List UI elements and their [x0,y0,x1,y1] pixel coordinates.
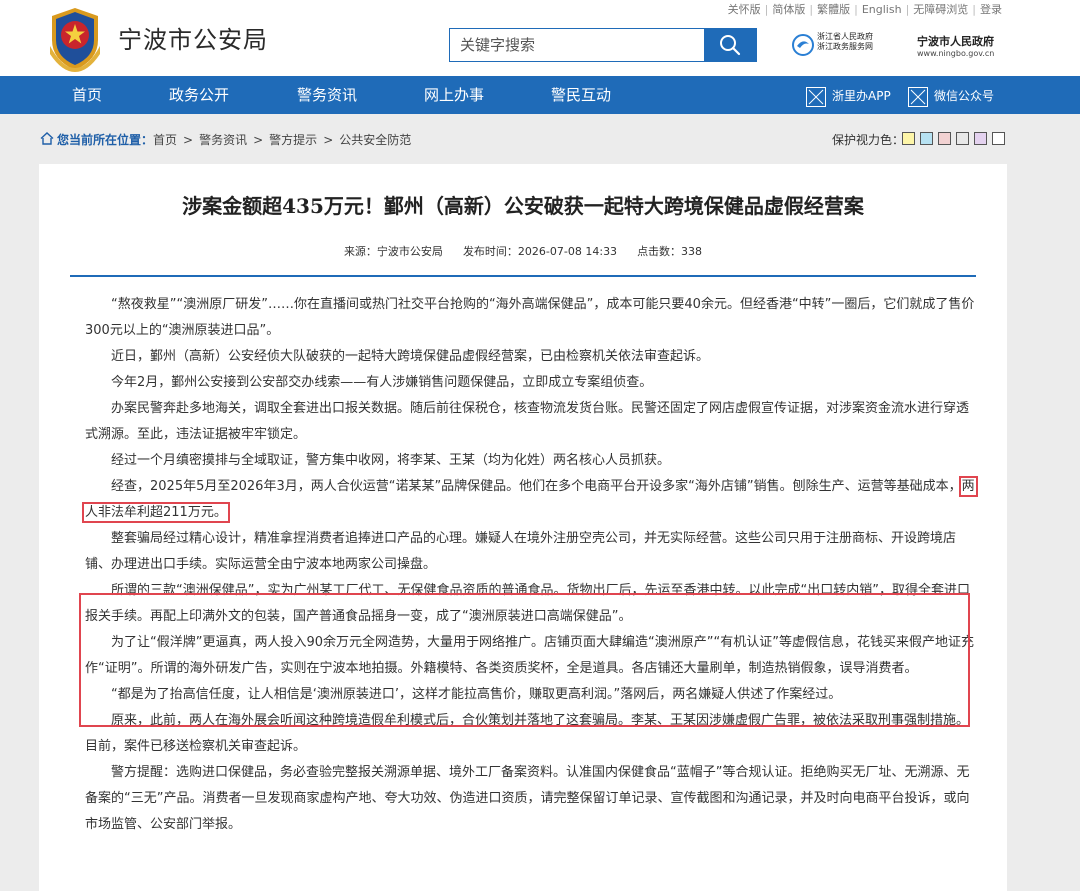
breadcrumb-lead: 您当前所在位置： [57,133,154,147]
site-header: 关怀版|简体版|繁體版|English|无障碍浏览|登录 宁波市公安局 浙江省人… [0,0,1080,76]
article-body: “熬夜救星”“澳洲原厂研发”……你在直播间或热门社交平台抢购的“海外高端保健品”… [82,292,978,838]
breadcrumb: 您当前所在位置：首页 > 警务资讯 > 警方提示 > 公共安全防范 [40,131,411,148]
zhejiang-swirl-icon [792,34,814,56]
nav-wechat[interactable]: 微信公众号 [908,83,994,109]
nav-zheliban-app[interactable]: 浙里办APP [806,83,891,109]
article-paragraph: “熬夜救星”“澳洲原厂研发”……你在直播间或热门社交平台抢购的“海外高端保健品”… [85,297,975,338]
article-paragraph: 近日，鄞州（高新）公安经侦大队破获的一起特大跨境保健品虚假经营案，已由检察机关依… [111,349,710,364]
nav-gov-affairs[interactable]: 政务公开 [169,76,229,114]
eye-color-gray[interactable] [956,132,969,145]
nav-wechat-label: 微信公众号 [934,89,995,103]
article-paragraph: 经查，2025年5月至2026年3月，两人合伙运营“诺某某”品牌保健品。他们在多… [82,474,978,526]
nb-logo-line2: www.ningbo.gov.cn [917,49,995,58]
eye-color-purple[interactable] [974,132,987,145]
qr-code-icon [908,86,928,107]
boxed-paragraph: 为了让“假洋牌”更逼真，两人投入90余万元全网造势，大量用于网络推广。店铺页面大… [85,635,974,676]
search-button[interactable] [704,29,756,61]
nav-zheliban-label: 浙里办APP [832,89,891,103]
search-icon [720,35,741,56]
qr-code-icon [806,86,826,107]
breadcrumb-home[interactable]: 首页 [153,133,177,147]
search-input[interactable] [450,29,706,61]
article-paragraph: 原来，此前，两人在海外展会听闻这种跨境造假牟利模式后，合伙策划并落地了这套骗局。… [85,713,970,754]
breadcrumb-bar: 您当前所在位置：首页 > 警务资讯 > 警方提示 > 公共安全防范 保护视力色： [0,114,1080,164]
ningbo-gov-logo[interactable]: 宁波市人民政府 www.ningbo.gov.cn [917,33,1007,61]
breadcrumb-public-safety[interactable]: 公共安全防范 [339,133,411,147]
eye-color-blue[interactable] [920,132,933,145]
zhejiang-gov-logo[interactable]: 浙江省人民政府 浙江政务服务网 [792,32,888,60]
article-paragraph: 警方提醒：选购进口保健品，务必查验完整报关溯源单据、境外工厂备案资料。认准国内保… [85,765,970,832]
link-accessibility[interactable]: 无障碍浏览 [913,3,968,16]
boxed-paragraph: 所谓的三款“澳洲保健品”，实为广州某工厂代工、无保健食品资质的普通食品。货物出厂… [85,583,970,624]
eye-color-white[interactable] [992,132,1005,145]
top-links: 关怀版 | 简体版 | 繁體版 | English | 无障碍浏览 | 登录 [727,3,1002,16]
nb-logo-line1: 宁波市人民政府 [917,35,994,48]
article-meta: 来源：宁波市公安局 发布时间：2026-07-08 14:33 点击数：338 [39,243,1007,259]
link-simplified[interactable]: 简体版 [772,3,805,16]
breadcrumb-police-tips[interactable]: 警方提示 [269,133,317,147]
eye-color-pink[interactable] [938,132,951,145]
zj-logo-line1: 浙江省人民政府 [817,32,873,41]
nav-interaction[interactable]: 警民互动 [551,76,611,114]
article-paragraph: 办案民警奔赴多地海关，调取全套进出口报关数据。随后前往保税仓，核查物流发货台账。… [85,401,970,442]
police-emblem-icon[interactable] [44,2,106,72]
article-source: 来源：宁波市公安局 [343,245,443,258]
article-paragraph: “都是为了抬高信任度，让人相信是‘澳洲原装进口’，这样才能拉高售价，赚取更高利润… [111,687,842,702]
link-traditional[interactable]: 繁體版 [817,3,850,16]
nav-home[interactable]: 首页 [72,76,102,114]
article-paragraph: 整套骗局经过精心设计，精准拿捏消费者追捧进口产品的心理。嫌疑人在境外注册空壳公司… [85,531,957,572]
breadcrumb-police-news[interactable]: 警务资讯 [199,133,247,147]
nav-online-services[interactable]: 网上办事 [424,76,484,114]
main-nav: 首页 政务公开 警务资讯 网上办事 警民互动 浙里办APP 微信公众号 [0,76,1080,114]
article-title: 涉案金额超435万元！鄞州（高新）公安破获一起特大跨境保健品虚假经营案 [182,194,864,218]
article-paragraph: 今年2月，鄞州公安接到公安部交办线索——有人涉嫌销售问题保健品，立即成立专案组侦… [111,375,653,390]
eye-care-label: 保护视力色： [832,133,905,147]
home-icon [40,132,54,145]
article-card: 涉案金额超435万元！鄞州（高新）公安破获一起特大跨境保健品虚假经营案 来源：宁… [39,164,1007,891]
title-divider [70,275,976,277]
nav-police-news[interactable]: 警务资讯 [297,76,357,114]
search-bar [449,28,757,62]
article-clicks: 点击数：338 [637,245,703,258]
p6-text: 经查，2025年5月至2026年3月，两人合伙运营“诺某某”品牌保健品。他们在多… [111,479,962,494]
site-title[interactable]: 宁波市公安局 [118,20,268,55]
article-time: 发布时间：2026-07-08 14:33 [462,245,618,258]
eye-color-yellow[interactable] [902,132,915,145]
link-login[interactable]: 登录 [980,3,1002,16]
link-care-version[interactable]: 关怀版 [728,3,761,16]
article-paragraph: 经过一个月缜密摸排与全域取证，警方集中收网，将李某、王某（均为化姓）两名核心人员… [111,453,671,468]
link-english[interactable]: English [862,3,902,16]
zj-logo-line2: 浙江政务服务网 [817,42,873,51]
